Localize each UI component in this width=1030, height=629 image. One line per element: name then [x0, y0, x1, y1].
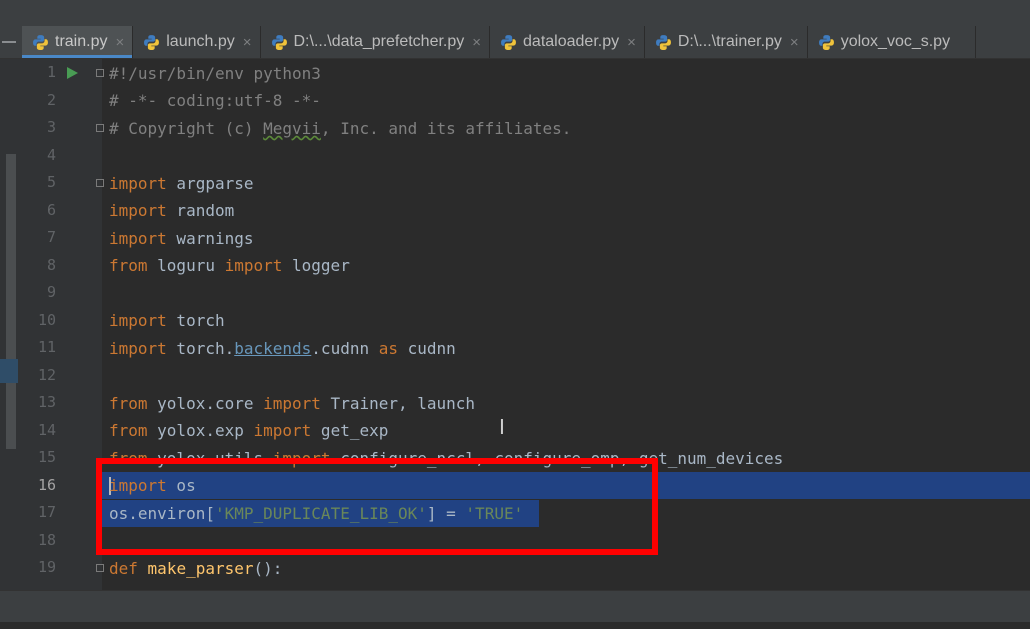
editor-tab[interactable]: launch.py × [133, 26, 261, 58]
python-file-icon [271, 34, 287, 50]
line-number: 12 [37, 365, 56, 384]
code-line-8: from loguru import logger [109, 256, 350, 275]
code-line-13: from yolox.core import Trainer, launch [109, 394, 476, 413]
tab-bar-menu-icon[interactable] [0, 26, 22, 58]
editor-tab-bar: train.py × launch.py × D:\...\data_prefetche… [0, 26, 1030, 59]
close-icon[interactable]: × [627, 34, 636, 51]
python-file-icon [144, 34, 160, 50]
code-line-11: import torch.backends.cudnn as cudnn [109, 339, 456, 358]
code-line-3: # Copyright (c) Megvii, Inc. and its aff… [109, 119, 572, 138]
annotation-highlight-box [96, 458, 658, 555]
editor-tab[interactable]: D:\...\data_prefetcher.py × [261, 26, 491, 58]
close-icon[interactable]: × [790, 34, 799, 51]
editor-tab[interactable]: train.py × [22, 26, 134, 58]
python-file-icon [818, 34, 834, 50]
scrollbar-thumb[interactable] [6, 154, 16, 449]
line-number: 19 [37, 558, 56, 576]
editor-tab[interactable]: D:\...\trainer.py × [645, 26, 808, 58]
editor-tab[interactable]: yolox_voc_s.py× [808, 26, 976, 58]
line-number: 1 [46, 63, 56, 81]
tab-label: D:\...\trainer.py [677, 33, 782, 50]
line-number: 5 [46, 173, 56, 191]
tab-label: launch.py [166, 33, 235, 50]
tab-label: yolox_voc_s.py [840, 33, 951, 50]
code-line-6: import random [109, 201, 235, 220]
tab-label: dataloader.py [523, 33, 620, 50]
line-number-gutter: 1 2 3 4 5 6 7 8 9 10 11 12 13 14 15 16 17 18 19 [18, 59, 104, 590]
tab-label: D:\...\data_prefetcher.py [293, 33, 465, 50]
code-line-14: from yolox.exp import get_exp [109, 421, 389, 440]
run-icon[interactable] [67, 67, 78, 79]
tool-window-strip [0, 59, 18, 590]
line-number: 10 [37, 310, 56, 329]
close-icon[interactable]: × [472, 34, 481, 51]
close-icon[interactable]: × [115, 34, 124, 51]
line-number: 4 [46, 145, 56, 164]
line-number: 15 [37, 448, 56, 466]
tabs-container: train.py × launch.py × D:\...\data_prefetche… [22, 26, 976, 58]
window-bottom-edge [0, 622, 1030, 629]
mouse-cursor-ibeam: I [499, 415, 505, 439]
line-number: 17 [37, 503, 56, 521]
python-file-icon [33, 34, 48, 50]
line-number: 2 [46, 90, 56, 109]
title-bar-strip [0, 0, 1030, 26]
line-number: 8 [46, 255, 56, 274]
line-number: 18 [37, 530, 56, 549]
code-line-7: import warnings [109, 229, 254, 248]
line-number: 6 [46, 200, 56, 219]
line-number: 14 [37, 420, 56, 439]
line-number: 7 [46, 228, 56, 246]
code-line-5: import argparse [109, 174, 254, 193]
tab-label: train.py [55, 33, 108, 50]
code-line-2: # -*- coding:utf-8 -*- [109, 91, 321, 110]
status-bar [0, 590, 1030, 623]
code-line-1: #!/usr/bin/env python3 [109, 64, 321, 83]
line-number: 13 [37, 393, 56, 411]
close-icon[interactable]: × [243, 34, 252, 51]
python-file-icon [501, 34, 516, 50]
line-number: 11 [37, 338, 56, 356]
line-number: 16 [37, 475, 56, 494]
python-file-icon [655, 34, 671, 50]
line-number: 3 [46, 118, 56, 136]
editor-tab[interactable]: dataloader.py × [490, 26, 645, 58]
code-line-19: def make_parser(): [109, 559, 283, 578]
scrollbar-marker [0, 359, 18, 383]
line-number: 9 [46, 283, 56, 301]
code-line-10: import torch [109, 311, 225, 330]
